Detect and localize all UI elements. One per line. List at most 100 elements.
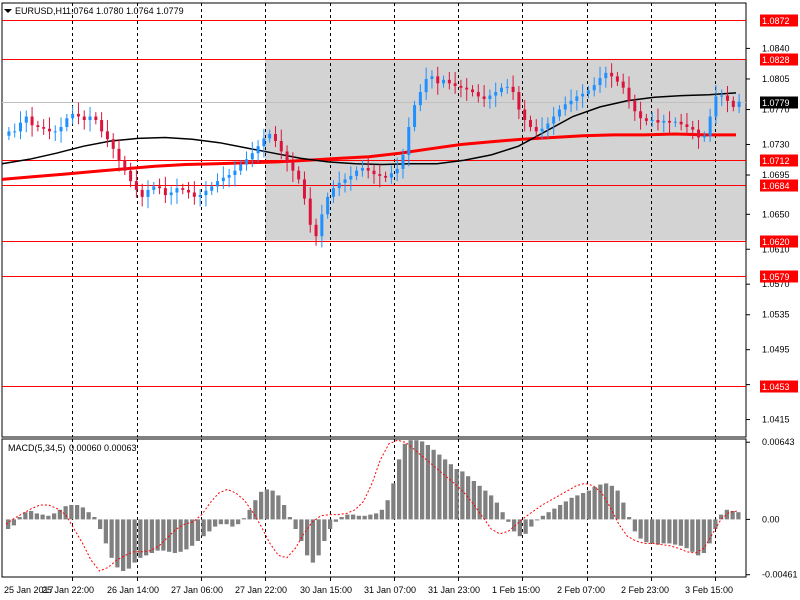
candle-body: [459, 85, 463, 88]
macd-title: MACD(5,34,5): [8, 443, 66, 453]
macd-histogram-bar: [322, 519, 327, 541]
candle-body: [447, 79, 451, 84]
candle-body: [633, 100, 637, 112]
level-badge-label: 1.0620: [762, 237, 790, 247]
candle-body: [134, 181, 138, 190]
candle-body: [204, 190, 208, 196]
candle-body: [685, 124, 689, 127]
macd-histogram-bar: [115, 519, 120, 568]
candle-body: [100, 120, 104, 132]
macd-histogram-bar: [190, 519, 195, 546]
candle-body: [181, 188, 185, 190]
candle-body: [453, 83, 457, 86]
macd-histogram-bar: [420, 441, 425, 520]
candle-body: [88, 116, 92, 121]
macd-histogram-bar: [236, 519, 241, 525]
candle-body: [401, 154, 405, 169]
candle-body: [714, 96, 718, 117]
level-badge-label: 1.0828: [762, 55, 790, 65]
macd-histogram-bar: [356, 515, 361, 520]
macd-histogram-bar: [379, 509, 384, 520]
candle-body: [152, 186, 156, 190]
macd-histogram-bar: [500, 512, 505, 520]
candle-body: [47, 128, 51, 132]
macd-histogram-bar: [696, 519, 701, 556]
candle-body: [169, 192, 173, 196]
candle-body: [117, 148, 121, 161]
candle-body: [239, 164, 243, 171]
macd-histogram-bar: [425, 445, 430, 520]
macd-header-values: 0.00060 0.00063: [69, 443, 137, 453]
candle-body: [476, 92, 480, 97]
trading-chart[interactable]: 25 Jan 201725 Jan 22:00 26 Jan 14:00 27 Ja…: [0, 0, 800, 600]
candle-body: [517, 92, 521, 110]
macd-histogram-bar: [293, 519, 298, 529]
macd-histogram-bar: [213, 519, 218, 527]
macd-histogram-bar: [362, 515, 367, 520]
candle-body: [557, 109, 561, 117]
macd-histogram-bar: [466, 476, 471, 520]
candle-body: [123, 160, 127, 171]
macd-histogram-bar: [506, 519, 511, 522]
candle-body: [697, 129, 701, 138]
macd-histogram-bar: [264, 489, 269, 520]
x-tick-label: 2 Feb 23:00: [621, 585, 669, 595]
candle-body: [691, 127, 695, 130]
x-tick-label: 3 Feb 15:00: [685, 585, 733, 595]
macd-histogram-bar: [638, 519, 643, 539]
candle-body: [418, 92, 422, 106]
candle-body: [216, 181, 220, 187]
macd-histogram-bar: [667, 519, 672, 544]
candle-body: [621, 81, 625, 88]
candle-body: [360, 168, 364, 171]
candle-body: [424, 78, 428, 93]
macd-histogram-bar: [713, 519, 718, 529]
candle-body: [679, 121, 683, 125]
candle-body: [146, 189, 150, 197]
candle-body: [227, 175, 231, 178]
macd-y-tick-label: -0.00461: [762, 570, 798, 580]
macd-histogram-bar: [224, 519, 229, 525]
y-tick-label: 1.0805: [762, 74, 790, 84]
macd-histogram-bar: [328, 519, 333, 529]
macd-histogram-bar: [563, 501, 568, 520]
macd-histogram-bar: [218, 519, 223, 525]
candle-body: [378, 174, 382, 176]
macd-histogram-bar: [655, 519, 660, 545]
macd-histogram-bar: [391, 483, 396, 520]
macd-histogram-bar: [517, 519, 522, 537]
macd-histogram-bar: [609, 485, 614, 520]
macd-histogram-bar: [454, 469, 459, 520]
y-tick-label: 1.0695: [762, 170, 790, 180]
macd-histogram-bar: [80, 507, 85, 520]
macd-histogram-bar: [581, 493, 586, 520]
macd-histogram-bar: [333, 519, 338, 522]
candle-body: [644, 118, 648, 121]
candle-body: [482, 96, 486, 100]
candle-body: [262, 138, 266, 147]
candle-body: [331, 188, 335, 197]
macd-histogram-bar: [684, 519, 689, 549]
candle-body: [76, 113, 80, 117]
macd-histogram-bar: [650, 519, 655, 544]
candle-body: [279, 140, 283, 152]
candle-body: [511, 86, 515, 93]
candle-body: [192, 192, 196, 197]
candle-body: [627, 87, 631, 101]
macd-histogram-bar: [121, 519, 126, 571]
macd-histogram-bar: [282, 505, 287, 520]
macd-histogram-bar: [11, 519, 16, 526]
macd-histogram-bar: [230, 519, 235, 527]
candle-body: [540, 128, 544, 132]
macd-histogram-bar: [443, 459, 448, 520]
macd-histogram-bar: [592, 487, 597, 520]
symbol-label: EURUSD,H1: [15, 6, 67, 16]
candle-body: [314, 224, 318, 237]
candle-body: [528, 120, 532, 127]
y-tick-label: 1.0650: [762, 209, 790, 219]
candle-body: [731, 100, 735, 107]
macd-histogram-bar: [621, 502, 626, 520]
macd-histogram-bar: [270, 490, 275, 520]
candle-body: [442, 79, 446, 84]
x-tick-label: 2 Feb 07:00: [557, 585, 605, 595]
